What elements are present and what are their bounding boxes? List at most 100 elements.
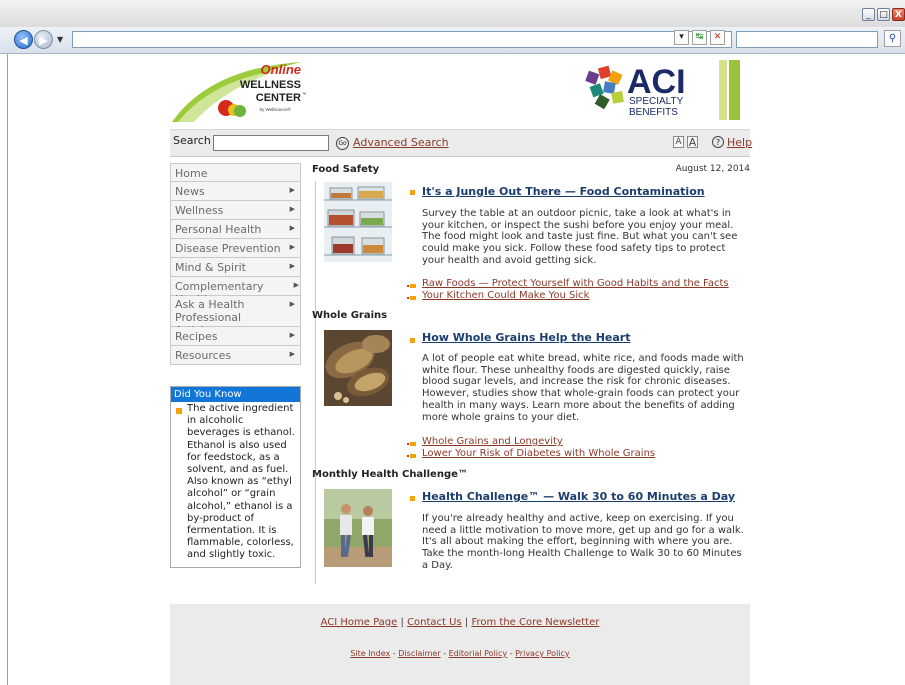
link-bullet-icon — [407, 296, 416, 300]
sidebar-item-disease-prevention[interactable]: Disease Prevention ▶ — [170, 239, 301, 258]
link-diabetes-grains[interactable]: Lower Your Risk of Diabetes with Whole G… — [422, 448, 655, 459]
svg-text:SPECIALTY: SPECIALTY — [629, 96, 684, 107]
arrow-right-icon: ▶ — [289, 300, 295, 308]
wellness-center-logo[interactable]: Online WELLNESS CENTER ™ by Wellsource® — [170, 58, 306, 124]
aci-logo[interactable]: ACI SPECIALTY BENEFITS — [583, 58, 750, 120]
did-you-know-text: The active ingredient in alcoholic bever… — [187, 403, 295, 561]
svg-text:CENTER: CENTER — [256, 92, 301, 104]
svg-text:by Wellsource®: by Wellsource® — [260, 106, 292, 112]
sidebar-item-recipes[interactable]: Recipes ▶ — [170, 327, 301, 346]
privacy-policy-link[interactable]: Privacy Policy — [515, 649, 570, 658]
sidebar-nav: Home News ▶ Wellness ▶ Personal Health ▶ Di… — [170, 163, 301, 365]
site-index-link[interactable]: Site Index — [350, 649, 390, 658]
sidebar-item-label: News — [175, 185, 205, 198]
font-size-large-button[interactable]: A — [687, 136, 698, 148]
close-button[interactable]: X — [892, 8, 905, 21]
link-bullet-icon — [407, 442, 416, 446]
help-icon[interactable]: ? — [712, 136, 724, 148]
page-footer: ACI Home Page | Contact Us | From the Co… — [170, 604, 750, 685]
section-heading-health-challenge: Monthly Health Challenge™ — [312, 469, 468, 480]
go-button[interactable]: Go — [336, 137, 349, 150]
site-search-bar: Search Go Advanced Search A A ? Help — [170, 129, 752, 157]
address-bar[interactable] — [72, 31, 732, 48]
sidebar-item-label: Disease Prevention — [175, 242, 281, 255]
content-divider — [315, 181, 316, 584]
sidebar-item-mind-spirit[interactable]: Mind & Spirit ▶ — [170, 258, 301, 277]
advanced-search-link[interactable]: Advanced Search — [353, 136, 449, 149]
arrow-right-icon: ▶ — [289, 331, 295, 339]
search-icon[interactable]: ⚲ — [884, 30, 901, 47]
arrow-right-icon: ▶ — [289, 224, 295, 232]
refresh-button[interactable]: ↹ — [692, 30, 707, 45]
editorial-policy-link[interactable]: Editorial Policy — [449, 649, 508, 658]
svg-text:Online: Online — [261, 62, 301, 77]
arrow-right-icon: ▶ — [289, 262, 295, 270]
sidebar-item-ask-professional[interactable]: Ask a Health Professional Articles▶ — [170, 296, 301, 337]
separator: - — [392, 649, 396, 658]
article-title-whole-grains-heart[interactable]: How Whole Grains Help the Heart — [422, 331, 630, 344]
forward-button[interactable]: ▶ — [34, 30, 53, 49]
bullet-icon — [176, 408, 182, 414]
sidebar-item-personal-health[interactable]: Personal Health ▶ — [170, 220, 301, 239]
window-titlebar: _ □ X — [0, 0, 905, 28]
article-body-food-safety: Survey the table at an outdoor picnic, t… — [422, 208, 738, 266]
stop-button[interactable]: ✕ — [710, 30, 725, 45]
section-heading-whole-grains: Whole Grains — [312, 310, 388, 321]
bullet-icon — [410, 338, 415, 343]
svg-text:WELLNESS: WELLNESS — [240, 79, 301, 91]
walking-couple-image[interactable] — [324, 489, 392, 567]
font-size-small-button[interactable]: A — [673, 136, 684, 148]
section-heading-food-safety: Food Safety — [312, 164, 380, 175]
search-label: Search — [173, 134, 211, 147]
bread-image[interactable] — [324, 330, 392, 406]
separator: | — [400, 617, 404, 628]
svg-text:™: ™ — [302, 92, 306, 98]
link-bullet-icon — [407, 284, 416, 288]
article-body-health-challenge: If you're already healthy and active, ke… — [422, 513, 744, 571]
did-you-know-title: Did You Know — [171, 387, 300, 402]
sidebar-item-complementary-health[interactable]: Complementary Health▶ — [170, 277, 301, 306]
disclaimer-link[interactable]: Disclaimer — [398, 649, 440, 658]
address-dropdown-button[interactable]: ▾ — [674, 30, 689, 45]
article-title-food-contamination[interactable]: It's a Jungle Out There — Food Contamina… — [422, 185, 705, 198]
svg-text:BENEFITS: BENEFITS — [629, 107, 678, 118]
separator: - — [443, 649, 447, 658]
page-date: August 12, 2014 — [675, 164, 750, 174]
back-button[interactable]: ◀ — [14, 30, 33, 49]
link-bullet-icon — [407, 454, 416, 458]
contact-us-link[interactable]: Contact Us — [407, 617, 462, 628]
sidebar-item-label: Personal Health — [175, 223, 262, 236]
arrow-right-icon: ▶ — [289, 186, 295, 194]
sidebar-item-label: Wellness — [175, 204, 224, 217]
minimize-button[interactable]: _ — [862, 8, 875, 21]
sidebar-item-label: Mind & Spirit — [175, 261, 246, 274]
sidebar-item-label: Home — [175, 167, 208, 180]
arrow-right-icon: ▶ — [293, 281, 299, 289]
sidebar-item-label: Resources — [175, 349, 232, 362]
sidebar-item-wellness[interactable]: Wellness ▶ — [170, 201, 301, 220]
history-dropdown-icon[interactable]: ▼ — [57, 35, 63, 44]
arrow-right-icon: ▶ — [289, 243, 295, 251]
arrow-right-icon: ▶ — [289, 350, 295, 358]
sidebar-item-resources[interactable]: Resources ▶ — [170, 346, 301, 365]
help-link[interactable]: Help — [727, 136, 752, 149]
browser-toolbar: ◀ ▶ ▼ ▾ ↹ ✕ ⚲ — [0, 27, 905, 54]
bullet-icon — [410, 190, 415, 195]
link-grains-longevity[interactable]: Whole Grains and Longevity — [422, 436, 563, 447]
article-title-walk-challenge[interactable]: Health Challenge™ — Walk 30 to 60 Minute… — [422, 490, 735, 503]
separator: - — [509, 649, 513, 658]
search-input[interactable] — [213, 135, 329, 151]
food-containers-image[interactable] — [324, 182, 392, 262]
browser-search-input[interactable] — [736, 31, 878, 48]
footer-policy-links: Site Index - Disclaimer - Editorial Poli… — [170, 649, 750, 658]
maximize-button[interactable]: □ — [877, 8, 890, 21]
link-raw-foods[interactable]: Raw Foods — Protect Yourself with Good H… — [422, 278, 729, 289]
bullet-icon — [410, 496, 415, 501]
link-kitchen-sick[interactable]: Your Kitchen Could Make You Sick — [422, 290, 589, 301]
sidebar-item-news[interactable]: News ▶ — [170, 182, 301, 201]
arrow-right-icon: ▶ — [289, 205, 295, 213]
aci-home-link[interactable]: ACI Home Page — [321, 617, 398, 628]
sidebar-item-home[interactable]: Home — [170, 163, 301, 182]
did-you-know-box: Did You Know The active ingredient in al… — [170, 386, 301, 568]
newsletter-link[interactable]: From the Core Newsletter — [471, 617, 599, 628]
